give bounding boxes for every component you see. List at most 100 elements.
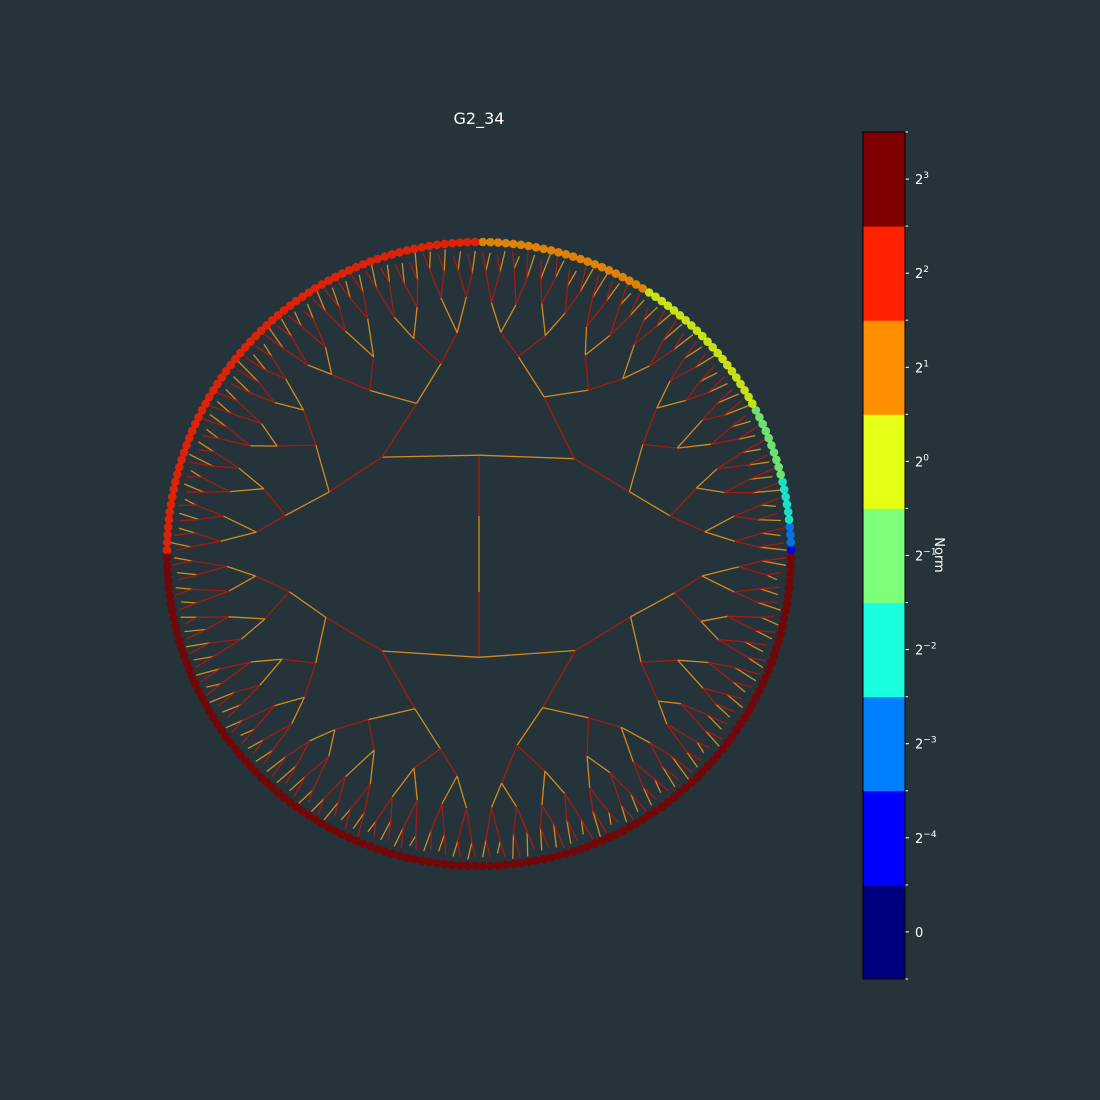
dendrogram-edge [714,702,736,713]
leaf-node [784,584,794,593]
dendrogram-edge [708,383,728,393]
dendrogram-edge [312,298,326,312]
leaf-node [772,455,781,465]
leaf-node [554,248,563,257]
dendrogram-edge [733,591,758,603]
dendrogram-edge [501,782,518,808]
leaf-node [546,246,556,255]
dendrogram-edge [656,313,672,327]
dendrogram-edge [586,756,591,789]
dendrogram-edge [178,527,196,534]
leaf-node [162,553,172,563]
dendrogram-edge [437,834,446,852]
dendrogram-edge [704,531,736,543]
dendrogram-edge [467,253,473,274]
dendrogram-edge [430,803,443,832]
dendrogram-edge [485,807,493,840]
dendrogram-edge [199,668,221,683]
colorbar-tick-label: 21 [915,359,929,376]
dendrogram-edge [760,586,780,590]
leaf-node [169,614,179,623]
dendrogram-edge [526,831,535,850]
dendrogram-edge [228,575,256,592]
leaf-node [179,448,189,457]
leaf-node [778,477,787,487]
dendrogram-edge [328,729,336,757]
dendrogram-edge [686,751,702,761]
leaf-node [173,629,182,638]
dendrogram-edge [684,346,703,359]
dendrogram-edge [540,259,542,280]
leaf-node [776,470,785,479]
leaf-node [561,849,571,858]
leaf-node [568,252,578,261]
leaf-node [786,538,796,547]
dendrogram-edge [707,714,722,730]
leaf-node [554,851,563,860]
dendrogram-edge [490,782,503,808]
dendrogram-edge [440,297,458,333]
dendrogram-edge [708,375,726,393]
dendrogram-edge [739,566,768,576]
colorbar-tick-label: 0 [915,926,923,941]
leaf-node [432,858,442,868]
dendrogram-edge [414,708,441,750]
dendrogram-edge [452,840,459,857]
leaf-node [169,485,179,494]
leaf-node [539,244,548,254]
dendrogram-edge [206,616,229,630]
dendrogram-edge [300,325,326,348]
dendrogram-edge [739,560,762,568]
leaf-node [501,238,511,248]
dendrogram-edge [699,364,717,382]
dendrogram-edge [734,666,761,676]
leaf-node [168,606,177,616]
dendrogram-edge [288,591,327,618]
dendrogram-edge [465,273,473,297]
leaf-node [785,576,795,586]
dendrogram-edge [309,729,336,742]
dendrogram-edge [242,705,275,722]
dendrogram-edge [471,250,476,274]
leaf-node [402,246,412,255]
dendrogram-edge [289,776,306,792]
dendrogram-edge [272,723,293,751]
leaf-node [478,237,488,247]
dendrogram-edge [670,515,705,533]
dendrogram-edge [723,404,749,416]
dendrogram-edge [324,346,333,375]
dendrogram-edge [315,617,327,664]
dendrogram-edge [766,574,778,581]
dendrogram-edge [656,309,666,327]
dendrogram-edge [680,703,706,731]
leaf-node [387,849,397,858]
dendrogram-edge [423,830,432,852]
dendrogram-edge [695,354,716,368]
colorbar-bin [863,696,905,792]
dendrogram-edge [440,332,458,364]
dendrogram-edge [184,498,196,506]
dendrogram-edge [482,251,487,272]
dendrogram-edge [170,560,193,567]
dendrogram-edge [542,650,577,708]
leaf-node [177,643,186,653]
dendrogram-edge [209,691,236,704]
dendrogram-edge [584,326,588,356]
dendrogram-edge [541,303,546,336]
colorbar-bin [863,508,905,603]
dendrogram-edge [541,277,556,304]
leaf-node [568,847,578,856]
leaf-node [463,861,472,871]
leaf-node [432,240,442,250]
leaf-node [486,861,495,871]
leaf-node [781,606,790,616]
dendrogram-edge [381,650,416,710]
dendrogram-edge [170,541,191,548]
dendrogram-edge [457,270,468,297]
colorbar-tick-label: 20 [915,453,929,470]
dendrogram-edge [264,334,284,349]
leaf-node [516,240,526,250]
dendrogram-edge [695,468,718,489]
leaf-node [561,250,571,259]
dendrogram-edge [760,497,779,506]
